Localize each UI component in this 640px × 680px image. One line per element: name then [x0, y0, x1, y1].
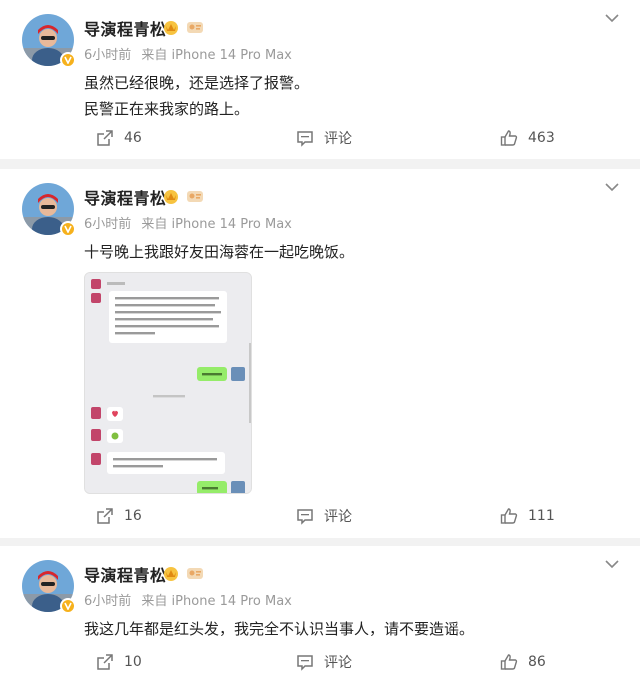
post-time: 6小时前: [84, 217, 132, 232]
thumbs-up-icon: [500, 129, 518, 147]
chevron-down-icon[interactable]: [602, 556, 622, 572]
author-name[interactable]: 导演程青松: [84, 185, 167, 209]
share-button[interactable]: 10: [96, 650, 142, 674]
post-text: 虽然已经很晚，还是选择了报警。 民警正在来我家的路上。: [84, 70, 309, 122]
comment-icon: [296, 129, 314, 147]
post-time: 6小时前: [84, 594, 132, 609]
avatar[interactable]: [22, 183, 76, 237]
post-source: 来自 iPhone 14 Pro Max: [141, 217, 292, 232]
share-count: 46: [124, 130, 142, 146]
post-card: 导演程青松 6小时前 来自 iPhone 14 Pro Max 十号晚上我跟好友…: [0, 169, 640, 538]
post-text-line: 十号晚上我跟好友田海蓉在一起吃晚饭。: [84, 243, 355, 261]
comment-label: 评论: [324, 655, 352, 671]
chevron-down-icon[interactable]: [602, 10, 622, 26]
share-button[interactable]: 46: [96, 126, 142, 150]
post-text-line: 我这几年都是红头发，我完全不认识当事人，请不要造谣。: [84, 620, 475, 638]
post-text-line: 虽然已经很晚，还是选择了报警。: [84, 74, 310, 92]
like-button[interactable]: 463: [500, 126, 555, 150]
comment-icon: [296, 653, 314, 671]
share-button[interactable]: 16: [96, 504, 142, 528]
attached-image[interactable]: [84, 272, 252, 494]
verified-badge-icon: [60, 52, 76, 68]
weibo-feed: 导演程青松 6小时前 来自 iPhone 14 Pro Max 虽然已经很晚，还…: [0, 0, 640, 680]
post-source: 来自 iPhone 14 Pro Max: [141, 48, 292, 63]
avatar[interactable]: [22, 14, 76, 68]
member-icon: [186, 564, 204, 582]
author-name[interactable]: 导演程青松: [84, 16, 167, 40]
post-source: 来自 iPhone 14 Pro Max: [141, 594, 292, 609]
avatar[interactable]: [22, 560, 76, 614]
comment-button[interactable]: 评论: [296, 126, 352, 150]
like-count: 86: [528, 654, 546, 670]
like-count: 463: [528, 130, 555, 146]
post-card: 导演程青松 6小时前 来自 iPhone 14 Pro Max 虽然已经很晚，还…: [0, 0, 640, 159]
comment-button[interactable]: 评论: [296, 504, 352, 528]
verified-badge-icon: [60, 221, 76, 237]
post-text-line: 民警正在来我家的路上。: [84, 100, 250, 118]
like-button[interactable]: 86: [500, 650, 546, 674]
author-name[interactable]: 导演程青松: [84, 562, 167, 586]
post-card: 导演程青松 6小时前 来自 iPhone 14 Pro Max 我这几年都是红头…: [0, 546, 640, 680]
share-icon: [96, 653, 114, 671]
verified-badge-icon: [60, 598, 76, 614]
comment-icon: [296, 507, 314, 525]
like-count: 111: [528, 508, 555, 524]
post-text: 我这几年都是红头发，我完全不认识当事人，请不要造谣。: [84, 616, 474, 642]
thumbs-up-icon: [500, 507, 518, 525]
share-icon: [96, 129, 114, 147]
share-count: 16: [124, 508, 142, 524]
crown-icon: [162, 18, 180, 36]
member-icon: [186, 187, 204, 205]
chevron-down-icon[interactable]: [602, 179, 622, 195]
member-icon: [186, 18, 204, 36]
comment-button[interactable]: 评论: [296, 650, 352, 674]
crown-icon: [162, 187, 180, 205]
share-count: 10: [124, 654, 142, 670]
share-icon: [96, 507, 114, 525]
like-button[interactable]: 111: [500, 504, 555, 528]
comment-label: 评论: [324, 131, 352, 147]
thumbs-up-icon: [500, 653, 518, 671]
comment-label: 评论: [324, 509, 352, 525]
post-time: 6小时前: [84, 48, 132, 63]
post-text: 十号晚上我跟好友田海蓉在一起吃晚饭。: [84, 239, 354, 265]
crown-icon: [162, 564, 180, 582]
